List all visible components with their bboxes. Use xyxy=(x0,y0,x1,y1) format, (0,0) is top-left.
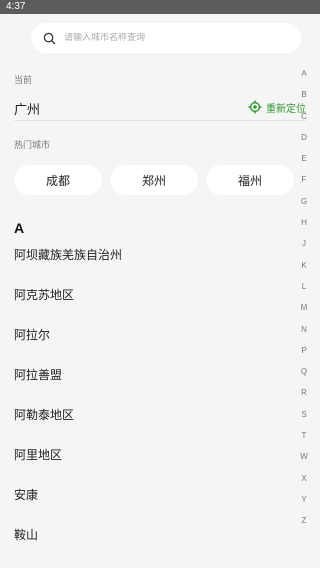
city-list-item[interactable]: 阿里地区 xyxy=(0,435,294,475)
index-letter-x[interactable]: X xyxy=(301,468,306,489)
status-time: 4:37 xyxy=(6,1,26,12)
hot-city-button[interactable]: 成都 xyxy=(14,165,102,195)
index-letter-z[interactable]: Z xyxy=(302,510,307,531)
city-list-item[interactable]: 阿勒泰地区 xyxy=(0,395,294,435)
index-letter-k[interactable]: K xyxy=(301,255,306,276)
city-list-item[interactable]: 阿克苏地区 xyxy=(0,275,294,315)
hot-cities-row: 成都 郑州 福州 xyxy=(14,165,294,195)
section-letter-heading: A xyxy=(14,220,25,236)
hot-cities-label: 热门城市 xyxy=(14,141,51,151)
index-letter-d[interactable]: D xyxy=(301,127,307,148)
index-letter-j[interactable]: J xyxy=(302,233,306,254)
index-letter-f[interactable]: F xyxy=(302,169,307,190)
divider xyxy=(14,120,306,121)
index-letter-p[interactable]: P xyxy=(301,340,306,361)
city-list-item[interactable]: 鞍山 xyxy=(0,515,294,555)
index-letter-a[interactable]: A xyxy=(301,63,306,84)
index-letter-e[interactable]: E xyxy=(301,148,306,169)
search-box[interactable] xyxy=(31,23,301,53)
locate-icon xyxy=(248,100,266,114)
index-letter-s[interactable]: S xyxy=(301,404,306,425)
index-letter-t[interactable]: T xyxy=(302,425,307,446)
index-letter-y[interactable]: Y xyxy=(301,489,306,510)
index-letter-r[interactable]: R xyxy=(301,382,307,403)
city-list-item[interactable]: 安康 xyxy=(0,475,294,515)
city-list-item[interactable]: 阿坝藏族羌族自治州 xyxy=(0,235,294,275)
city-list: 阿坝藏族羌族自治州 阿克苏地区 阿拉尔 阿拉善盟 阿勒泰地区 阿里地区 安康 鞍… xyxy=(0,235,294,555)
index-letter-m[interactable]: M xyxy=(301,297,308,318)
current-section-label: 当前 xyxy=(14,76,33,86)
index-letter-l[interactable]: L xyxy=(302,276,306,297)
current-city[interactable]: 广州 xyxy=(14,99,40,118)
index-letter-w[interactable]: W xyxy=(300,446,308,467)
city-list-item[interactable]: 阿拉善盟 xyxy=(0,355,294,395)
city-list-item[interactable]: 阿拉尔 xyxy=(0,315,294,355)
index-letter-q[interactable]: Q xyxy=(301,361,307,382)
index-letter-b[interactable]: B xyxy=(301,84,306,105)
search-icon xyxy=(43,32,56,45)
index-letter-g[interactable]: G xyxy=(301,191,307,212)
index-letter-n[interactable]: N xyxy=(301,319,307,340)
hot-city-button[interactable]: 郑州 xyxy=(110,165,198,195)
index-letter-c[interactable]: C xyxy=(301,106,307,127)
alphabet-index-bar[interactable]: ABCDEFGHJKLMNPQRSTWXYZ xyxy=(296,63,312,532)
index-letter-h[interactable]: H xyxy=(301,212,307,233)
hot-city-button[interactable]: 福州 xyxy=(206,165,294,195)
status-bar: 4:37 xyxy=(0,0,320,14)
search-input[interactable] xyxy=(64,33,284,43)
